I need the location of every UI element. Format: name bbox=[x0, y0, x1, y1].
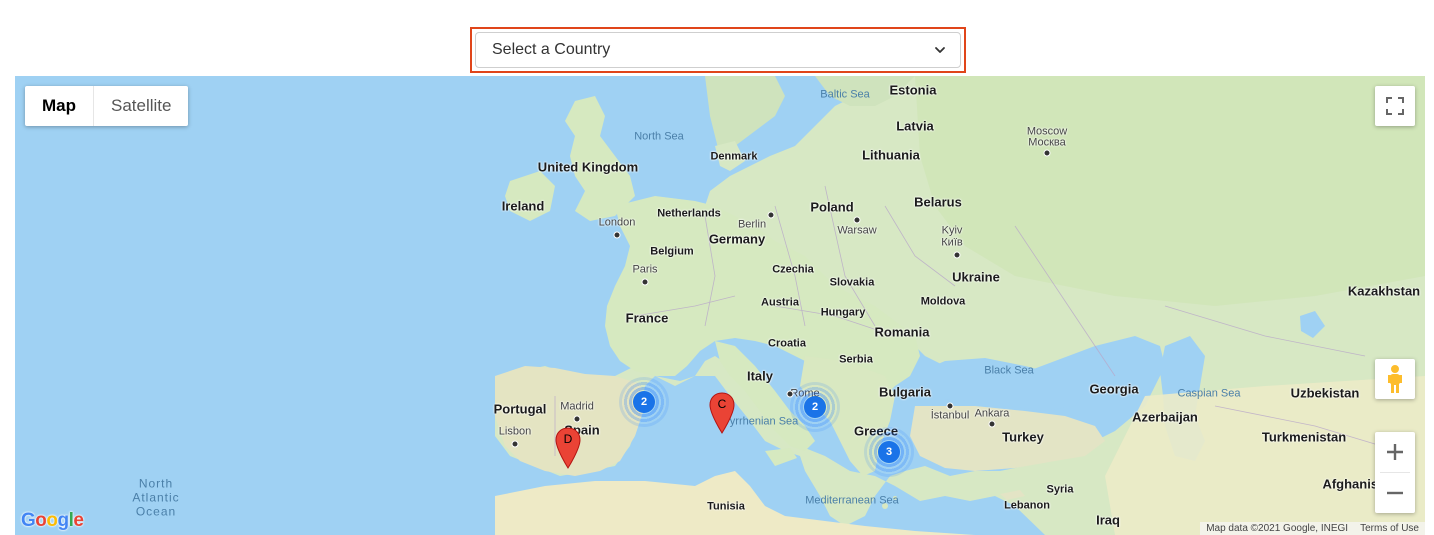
city-label-kyiv: Kyiv bbox=[941, 224, 963, 237]
country-label-austria: Austria bbox=[761, 296, 799, 309]
ocean-label-north-atlantic: North Atlantic Ocean bbox=[132, 476, 180, 518]
city-dot-moscow bbox=[1043, 149, 1051, 157]
sea-label-black-sea: Black Sea bbox=[984, 364, 1034, 377]
map-marker-pin[interactable]: D bbox=[555, 427, 581, 469]
street-view-button[interactable] bbox=[1375, 359, 1415, 399]
country-label-france: France bbox=[625, 310, 669, 326]
city-label-london: London bbox=[598, 216, 636, 229]
city-label-warsaw: Warsaw bbox=[837, 224, 877, 237]
country-label-uzbekistan: Uzbekistan bbox=[1290, 385, 1360, 401]
country-label-czechia: Czechia bbox=[772, 263, 814, 276]
marker-label: C bbox=[717, 397, 727, 411]
country-label-estonia: Estonia bbox=[889, 82, 937, 98]
country-label-ireland: Ireland bbox=[501, 198, 545, 214]
cluster-count: 3 bbox=[878, 441, 900, 463]
city-dot-lisbon bbox=[511, 440, 519, 448]
country-label-kazakhstan: Kazakhstan bbox=[1347, 283, 1421, 299]
country-label-bulgaria: Bulgaria bbox=[878, 384, 932, 400]
country-select-highlight: Select a Country bbox=[470, 27, 966, 73]
pegman-icon bbox=[1388, 365, 1402, 393]
zoom-control bbox=[1375, 432, 1415, 513]
cluster-count: 2 bbox=[633, 391, 655, 413]
country-label-moldova: Moldova bbox=[920, 295, 966, 308]
city-label-lisbon: Lisbon bbox=[498, 425, 532, 438]
marker-cluster[interactable]: 2 bbox=[619, 377, 669, 427]
city-dot-istanbul bbox=[946, 402, 954, 410]
sea-label-mediterranean: Mediterranean Sea bbox=[805, 494, 899, 507]
city-dot-warsaw bbox=[853, 216, 861, 224]
country-label-romania: Romania bbox=[874, 324, 930, 340]
city-dot-london bbox=[613, 231, 621, 239]
country-label-serbia: Serbia bbox=[839, 353, 873, 366]
country-label-netherlands: Netherlands bbox=[657, 207, 721, 220]
country-label-lebanon: Lebanon bbox=[1004, 499, 1050, 512]
map-type-satellite-button[interactable]: Satellite bbox=[94, 86, 188, 126]
terms-of-use-link[interactable]: Terms of Use bbox=[1360, 523, 1419, 534]
map-type-control: Map Satellite bbox=[25, 86, 189, 126]
city-label-moscow-cyrillic: Москва bbox=[1028, 136, 1066, 149]
country-label-uk: United Kingdom bbox=[537, 159, 639, 175]
country-label-ukraine: Ukraine bbox=[952, 269, 1000, 285]
city-dot-berlin bbox=[767, 211, 775, 219]
sea-label-baltic: Baltic Sea bbox=[820, 88, 870, 101]
country-label-iraq: Iraq bbox=[1096, 512, 1120, 528]
marker-label: D bbox=[563, 432, 573, 446]
country-label-georgia: Georgia bbox=[1089, 381, 1139, 397]
country-label-portugal: Portugal bbox=[493, 401, 547, 417]
sea-label-north-sea: North Sea bbox=[634, 130, 684, 143]
city-dot-paris bbox=[641, 278, 649, 286]
country-label-slovakia: Slovakia bbox=[829, 276, 875, 289]
country-label-azerbaijan: Azerbaijan bbox=[1132, 409, 1198, 425]
city-label-berlin: Berlin bbox=[737, 218, 767, 231]
map-data-text: Map data ©2021 Google, INEGI bbox=[1206, 523, 1349, 534]
city-dot-ankara bbox=[988, 420, 996, 428]
country-label-turkey: Turkey bbox=[1002, 429, 1044, 445]
country-label-turkmenistan: Turkmenistan bbox=[1261, 429, 1347, 445]
country-label-italy: Italy bbox=[746, 368, 774, 384]
city-label-paris: Paris bbox=[632, 263, 658, 276]
map-canvas[interactable]: United Kingdom Ireland Netherlands Belgi… bbox=[15, 76, 1425, 535]
map-attribution: Map data ©2021 Google, INEGI Terms of Us… bbox=[1200, 522, 1425, 535]
country-label-denmark: Denmark bbox=[710, 150, 758, 163]
country-label-belgium: Belgium bbox=[650, 245, 694, 258]
country-select-value: Select a Country bbox=[492, 41, 611, 58]
sea-label-caspian: Caspian Sea bbox=[1177, 387, 1241, 400]
country-label-lithuania: Lithuania bbox=[862, 147, 920, 163]
country-label-poland: Poland bbox=[810, 199, 854, 215]
city-label-madrid: Madrid bbox=[560, 400, 594, 413]
google-logo[interactable]: Google bbox=[21, 510, 84, 532]
map-marker-pin[interactable]: C bbox=[709, 392, 735, 434]
city-label-istanbul: İstanbul bbox=[930, 409, 970, 422]
marker-cluster[interactable]: 2 bbox=[790, 382, 840, 432]
cluster-count: 2 bbox=[804, 396, 826, 418]
map-terrain bbox=[485, 76, 1425, 535]
city-label-kyiv-cyrillic: Київ bbox=[941, 236, 963, 249]
country-label-syria: Syria bbox=[1046, 483, 1074, 496]
country-label-croatia: Croatia bbox=[768, 337, 806, 350]
country-select[interactable]: Select a Country bbox=[475, 32, 961, 68]
country-label-latvia: Latvia bbox=[896, 118, 934, 134]
minus-icon bbox=[1387, 491, 1403, 495]
fullscreen-icon bbox=[1386, 97, 1404, 115]
city-dot-madrid bbox=[573, 415, 581, 423]
map-type-map-button[interactable]: Map bbox=[25, 86, 94, 126]
country-label-belarus: Belarus bbox=[914, 194, 962, 210]
fullscreen-button[interactable] bbox=[1375, 86, 1415, 126]
zoom-out-button[interactable] bbox=[1375, 473, 1415, 513]
marker-cluster[interactable]: 3 bbox=[864, 427, 914, 477]
city-dot-kyiv bbox=[953, 251, 961, 259]
country-label-hungary: Hungary bbox=[820, 306, 866, 319]
plus-icon bbox=[1387, 444, 1403, 460]
country-label-tunisia: Tunisia bbox=[707, 500, 745, 513]
country-label-germany: Germany bbox=[708, 231, 766, 247]
chevron-down-icon bbox=[935, 47, 945, 53]
city-label-ankara: Ankara bbox=[974, 407, 1010, 420]
zoom-in-button[interactable] bbox=[1375, 432, 1415, 472]
